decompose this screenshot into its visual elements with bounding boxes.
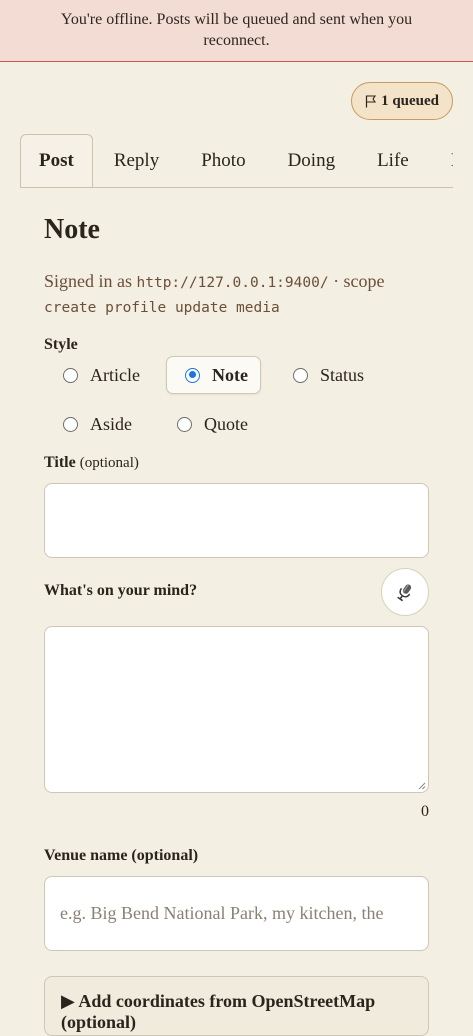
radio-button[interactable] — [177, 416, 192, 432]
offline-banner: You're offline. Posts will be queued and… — [0, 0, 473, 62]
title-optional-hint: (optional) — [79, 455, 139, 471]
style-option-label: Aside — [90, 413, 132, 434]
tab-overflow[interactable]: I — [430, 134, 453, 187]
scope-label: · scope — [328, 271, 385, 291]
signed-in-prefix: Signed in as — [44, 271, 132, 291]
tab-life[interactable]: Life — [356, 134, 430, 187]
style-option-status[interactable]: Status — [293, 357, 364, 393]
character-counter: 0 — [421, 803, 429, 820]
title-label-text: Title — [44, 454, 76, 471]
title-input[interactable] — [44, 483, 429, 558]
style-option-label: Quote — [204, 413, 248, 434]
venue-placeholder: e.g. Big Bend National Park, my kitchen,… — [60, 903, 384, 923]
venue-label: Venue name (optional) — [44, 847, 199, 864]
title-label: Title (optional) — [44, 454, 139, 472]
style-option-label: Status — [320, 364, 365, 385]
signed-in-info: Signed in as http://127.0.0.1:9400/ · sc… — [44, 270, 444, 320]
coordinates-summary: ▶ Add coordinates from OpenStreetMap (op… — [61, 991, 376, 1032]
style-option-label: Note — [212, 364, 248, 385]
resize-handle-icon[interactable] — [418, 782, 426, 790]
tab-label: Life — [377, 149, 409, 171]
tab-label: Doing — [287, 149, 336, 171]
radio-button[interactable] — [63, 416, 78, 432]
offline-message: You're offline. Posts will be queued and… — [60, 11, 413, 49]
tab-reply[interactable]: Reply — [93, 134, 180, 187]
signed-in-url: http://127.0.0.1:9400/ — [136, 275, 329, 291]
page-title: Note — [44, 214, 100, 245]
radio-button[interactable] — [63, 367, 78, 383]
tab-post[interactable]: Post — [20, 134, 93, 187]
queued-count: 1 queued — [381, 92, 439, 109]
coordinates-disclosure[interactable]: ▶ Add coordinates from OpenStreetMap (op… — [44, 976, 429, 1036]
content-textarea[interactable] — [44, 626, 429, 793]
tab-photo[interactable]: Photo — [180, 134, 266, 187]
style-option-quote[interactable]: Quote — [177, 406, 248, 442]
queued-badge[interactable]: 1 queued — [351, 82, 453, 120]
radio-button[interactable] — [185, 367, 200, 383]
venue-input[interactable]: e.g. Big Bend National Park, my kitchen,… — [44, 876, 429, 951]
post-type-tabs: Post Reply Photo Doing Life I — [20, 134, 453, 188]
flag-icon — [365, 94, 377, 107]
style-option-note[interactable]: Note — [166, 356, 261, 394]
tab-doing[interactable]: Doing — [267, 134, 357, 187]
radio-button[interactable] — [293, 367, 308, 383]
tab-label: I — [451, 150, 453, 172]
style-option-aside[interactable]: Aside — [63, 406, 132, 442]
tab-label: Photo — [201, 149, 246, 171]
content-label: What's on your mind? — [44, 582, 198, 599]
style-option-article[interactable]: Article — [63, 357, 140, 393]
dictation-button[interactable] — [381, 568, 429, 616]
microphone-icon — [397, 584, 412, 602]
style-label: Style — [44, 336, 78, 353]
tab-label: Post — [39, 150, 74, 171]
tab-label: Reply — [113, 149, 160, 171]
style-option-label: Article — [90, 364, 140, 385]
scope-values: create profile update media — [44, 300, 280, 316]
